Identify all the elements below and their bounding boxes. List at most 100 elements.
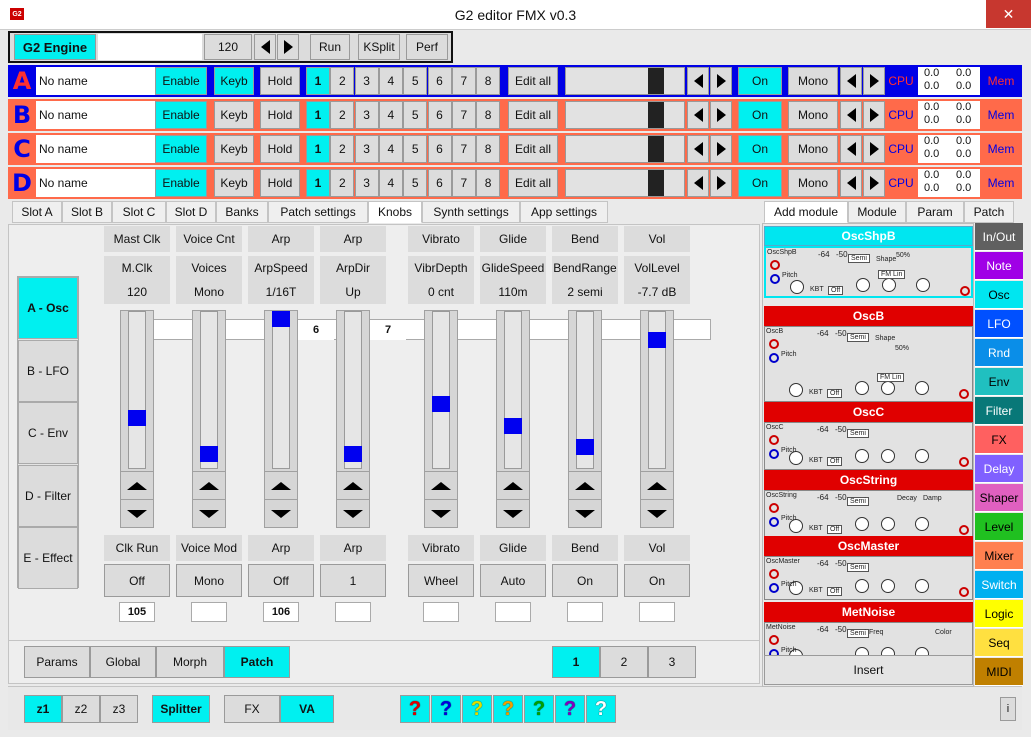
- variation-button-7[interactable]: 7: [451, 67, 476, 95]
- section-a-osc[interactable]: A - Osc: [18, 277, 78, 339]
- tab-banks[interactable]: Banks: [216, 201, 268, 223]
- va-button[interactable]: VA: [280, 695, 334, 723]
- fader-up-button[interactable]: [497, 471, 529, 499]
- splitter-button[interactable]: Splitter: [152, 695, 210, 723]
- fader-up-button[interactable]: [121, 471, 153, 499]
- variation-button-2[interactable]: 2: [330, 135, 355, 163]
- page-button-3[interactable]: 3: [648, 646, 696, 678]
- knob-cc-box[interactable]: [191, 602, 227, 622]
- mono-button[interactable]: Mono: [788, 169, 838, 197]
- category-rnd[interactable]: Rnd: [975, 339, 1023, 367]
- tab-patch-settings[interactable]: Patch settings: [268, 201, 368, 223]
- slot-next-button[interactable]: [710, 101, 732, 129]
- mono-button[interactable]: Mono: [788, 67, 838, 95]
- fader-track[interactable]: [128, 311, 146, 469]
- on-button[interactable]: On: [738, 101, 782, 129]
- module-knob[interactable]: [855, 381, 869, 395]
- category-note[interactable]: Note: [975, 252, 1023, 280]
- run-button[interactable]: Run: [310, 34, 350, 60]
- knob-fader[interactable]: [424, 310, 458, 528]
- volume-slider-thumb[interactable]: [648, 102, 664, 128]
- fader-thumb[interactable]: [432, 396, 450, 413]
- on-button[interactable]: On: [738, 135, 782, 163]
- volume-slider[interactable]: [565, 101, 685, 129]
- module-header-oscc[interactable]: OscC: [764, 402, 973, 422]
- fader-up-button[interactable]: [265, 471, 297, 499]
- slot-next-button[interactable]: [710, 67, 732, 95]
- cable-color-button[interactable]: ?: [493, 695, 523, 723]
- output-jack[interactable]: [959, 525, 969, 535]
- on-button[interactable]: On: [738, 67, 782, 95]
- mono-prev-button[interactable]: [840, 67, 862, 95]
- fx-button[interactable]: FX: [224, 695, 280, 723]
- cable-color-button[interactable]: ?: [555, 695, 585, 723]
- mono-prev-button[interactable]: [840, 169, 862, 197]
- variation-button-5[interactable]: 5: [403, 169, 428, 197]
- section-e-effect[interactable]: E - Effect: [18, 527, 78, 589]
- variation-button-6[interactable]: 6: [427, 169, 452, 197]
- mono-next-button[interactable]: [863, 135, 885, 163]
- fader-down-button[interactable]: [193, 499, 225, 527]
- perf-button[interactable]: Perf: [406, 34, 448, 60]
- right-tab-patch[interactable]: Patch: [964, 201, 1014, 223]
- category-env[interactable]: Env: [975, 368, 1023, 396]
- fader-up-button[interactable]: [193, 471, 225, 499]
- variation-button-8[interactable]: 8: [476, 169, 501, 197]
- module-knob[interactable]: [856, 278, 870, 292]
- knob-cc-box[interactable]: 106: [263, 602, 299, 622]
- tab-knobs[interactable]: Knobs: [368, 201, 422, 223]
- category-osc[interactable]: Osc: [975, 281, 1023, 309]
- volume-slider-thumb[interactable]: [648, 68, 664, 94]
- volume-slider-thumb[interactable]: [648, 170, 664, 196]
- input-jack[interactable]: [769, 517, 779, 527]
- fader-thumb[interactable]: [576, 438, 594, 455]
- variation-button-1[interactable]: 1: [306, 169, 330, 197]
- section-c-env[interactable]: C - Env: [18, 402, 78, 464]
- tab-slot-a[interactable]: Slot A: [12, 201, 62, 223]
- slot-prev-button[interactable]: [687, 101, 709, 129]
- variation-button-5[interactable]: 5: [403, 101, 428, 129]
- module-preview-oscshpb[interactable]: OscShpB Pitch KBT Off Semi -64 -50 Shape 50% FM L…: [764, 246, 973, 298]
- output-jack[interactable]: [959, 389, 969, 399]
- fader-track[interactable]: [432, 311, 450, 469]
- module-preview-oscb[interactable]: OscB Pitch KBT Off Semi -64 -50 Shape 50% FM Lin: [764, 326, 973, 402]
- knob-bvalue-button[interactable]: Auto: [480, 564, 546, 597]
- category-logic[interactable]: Logic: [975, 600, 1023, 628]
- fader-down-button[interactable]: [337, 499, 369, 527]
- edit-all-button[interactable]: Edit all: [508, 135, 558, 163]
- module-knob[interactable]: [882, 278, 896, 292]
- close-button[interactable]: ✕: [986, 0, 1031, 28]
- fader-down-button[interactable]: [641, 499, 673, 527]
- output-jack[interactable]: [959, 587, 969, 597]
- knob-cc-box[interactable]: [567, 602, 603, 622]
- fader-down-button[interactable]: [497, 499, 529, 527]
- slot-prev-button[interactable]: [687, 135, 709, 163]
- module-header-oscb[interactable]: OscB: [764, 306, 973, 326]
- keyb-button[interactable]: Keyb: [214, 101, 254, 129]
- module-knob[interactable]: [915, 517, 929, 531]
- knob-bvalue-button[interactable]: Off: [104, 564, 170, 597]
- cable-color-button[interactable]: ?: [524, 695, 554, 723]
- module-knob[interactable]: [881, 517, 895, 531]
- knob-fader[interactable]: [496, 310, 530, 528]
- fader-thumb[interactable]: [648, 332, 666, 349]
- bottom-tab-global[interactable]: Global: [90, 646, 156, 678]
- category-level[interactable]: Level: [975, 513, 1023, 541]
- knob-fader[interactable]: [120, 310, 154, 528]
- bottom-tab-patch[interactable]: Patch: [224, 646, 290, 678]
- module-knob[interactable]: [915, 579, 929, 593]
- cable-color-button[interactable]: ?: [462, 695, 492, 723]
- enable-button[interactable]: Enable: [155, 135, 207, 163]
- knob-fader[interactable]: [192, 310, 226, 528]
- input-jack[interactable]: [769, 569, 779, 579]
- category-midi[interactable]: MIDI: [975, 658, 1023, 686]
- knob-bvalue-button[interactable]: Mono: [176, 564, 242, 597]
- input-jack[interactable]: [769, 449, 779, 459]
- variation-button-5[interactable]: 5: [403, 135, 428, 163]
- knob-cc-box[interactable]: [335, 602, 371, 622]
- fader-down-button[interactable]: [121, 499, 153, 527]
- variation-button-8[interactable]: 8: [476, 135, 501, 163]
- input-jack[interactable]: [769, 435, 779, 445]
- keyb-button[interactable]: Keyb: [214, 135, 254, 163]
- bottom-tab-params[interactable]: Params: [24, 646, 90, 678]
